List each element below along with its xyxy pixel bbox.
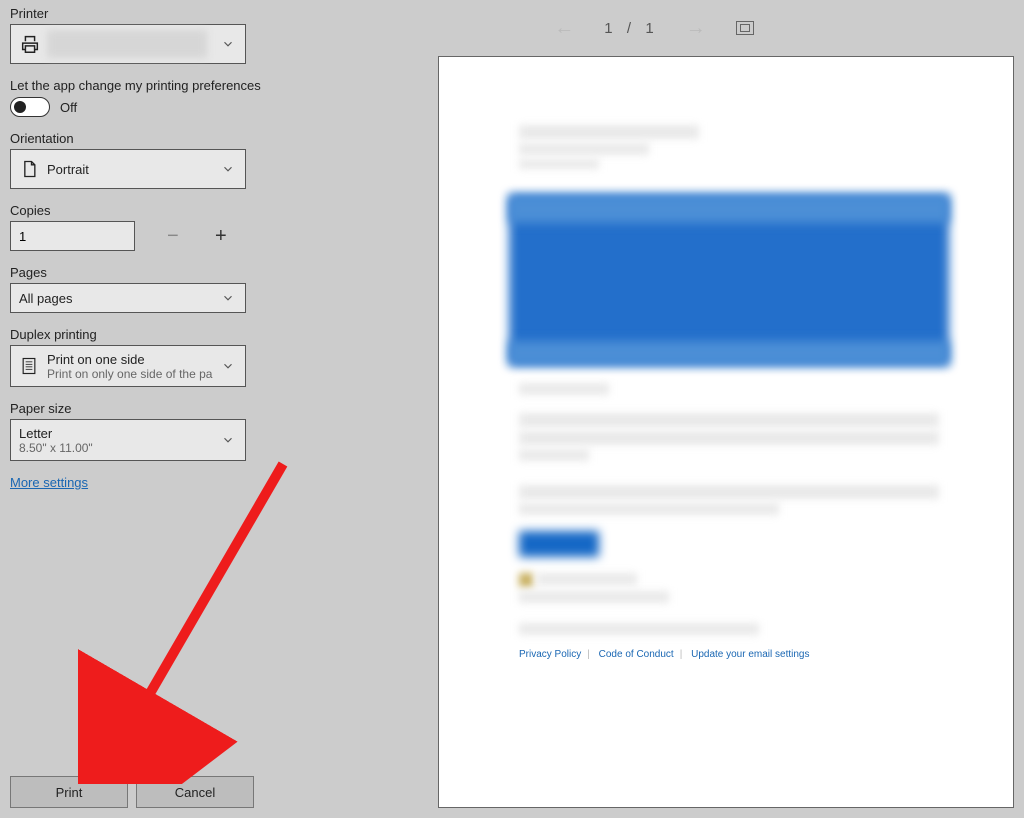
- pages-select[interactable]: All pages: [10, 283, 246, 313]
- print-preview-page: Privacy Policy| Code of Conduct| Update …: [438, 56, 1014, 808]
- next-page-button[interactable]: →: [680, 16, 712, 41]
- duplex-icon: [19, 355, 39, 377]
- pages-label: Pages: [10, 265, 268, 280]
- cancel-button[interactable]: Cancel: [136, 776, 254, 808]
- preview-footer-links: Privacy Policy| Code of Conduct| Update …: [519, 649, 810, 660]
- chevron-down-icon: [221, 291, 235, 305]
- prev-page-button[interactable]: ←: [548, 16, 580, 41]
- duplex-select[interactable]: Print on one side Print on only one side…: [10, 345, 246, 387]
- app-change-state: Off: [60, 100, 77, 115]
- duplex-value-sub: Print on only one side of the pa: [47, 367, 237, 381]
- paper-value-sub: 8.50" x 11.00": [19, 441, 237, 455]
- duplex-value-main: Print on one side: [47, 352, 237, 367]
- copies-input[interactable]: [10, 221, 135, 251]
- printer-label: Printer: [10, 6, 268, 21]
- paper-select[interactable]: Letter 8.50" x 11.00": [10, 419, 246, 461]
- more-settings-link[interactable]: More settings: [10, 475, 88, 490]
- paper-label: Paper size: [10, 401, 268, 416]
- duplex-label: Duplex printing: [10, 327, 268, 342]
- app-change-label: Let the app change my printing preferenc…: [10, 78, 268, 93]
- chevron-down-icon: [221, 359, 235, 373]
- copies-label: Copies: [10, 203, 268, 218]
- page-indicator: 1 / 1: [604, 20, 656, 37]
- chevron-down-icon: [221, 37, 235, 51]
- pages-value: All pages: [19, 291, 72, 306]
- chevron-down-icon: [221, 433, 235, 447]
- orientation-select[interactable]: Portrait: [10, 149, 246, 189]
- copies-decrement[interactable]: −: [161, 225, 183, 247]
- orientation-value: Portrait: [47, 162, 89, 177]
- printer-select[interactable]: [10, 24, 246, 64]
- copies-increment[interactable]: +: [209, 225, 231, 247]
- app-change-toggle[interactable]: [10, 97, 50, 117]
- page-icon: [19, 159, 39, 179]
- printer-icon: [19, 33, 41, 55]
- chevron-down-icon: [221, 162, 235, 176]
- paper-value-main: Letter: [19, 426, 237, 441]
- print-button[interactable]: Print: [10, 776, 128, 808]
- fit-to-page-icon[interactable]: [736, 21, 754, 35]
- printer-name-redacted: [47, 30, 207, 58]
- orientation-label: Orientation: [10, 131, 268, 146]
